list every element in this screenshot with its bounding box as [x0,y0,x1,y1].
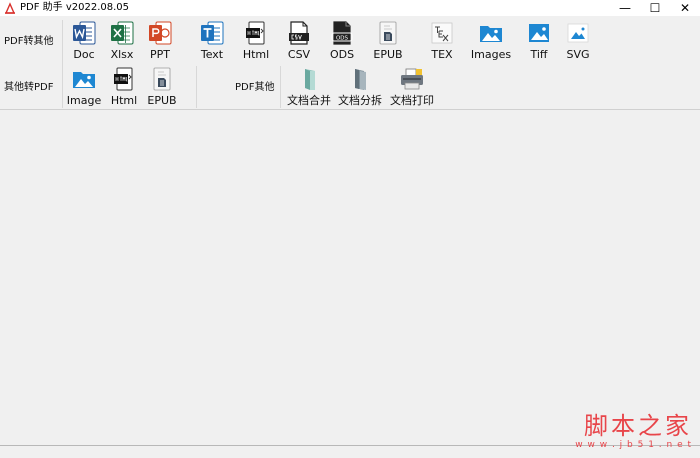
csv-icon [289,21,309,45]
tiff-icon [529,24,549,42]
convert-to-ppt-button[interactable]: PPT [138,20,182,64]
convert-to-ods-button[interactable]: ODS ODS [320,20,364,64]
tool-label: Html [110,94,138,107]
tool-label: Tiff [530,48,548,61]
pdf-to-other-label: PDF转其他 [4,36,54,47]
close-button[interactable]: ✕ [670,0,700,16]
tool-label: Text [200,48,224,61]
toolbar-divider [280,66,281,108]
svg-icon [567,23,589,43]
site-watermark: 脚本之家 w w w . j b 5 1 . n e t [575,412,692,450]
watermark-title: 脚本之家 [584,412,692,440]
epub-to-pdf-button[interactable]: EPUB [140,66,184,110]
powerpoint-icon [149,21,172,45]
word-icon [73,21,96,45]
convert-to-svg-button[interactable]: SVG [556,20,600,64]
minimize-icon: — [619,1,631,15]
title-bar[interactable]: PDF 助手 v2022.08.05 — ☐ ✕ [0,0,700,16]
image-to-pdf-button[interactable]: Image [62,66,106,110]
images-icon [480,26,502,42]
tool-label: EPUB [373,48,403,61]
toolbar-divider [196,66,197,108]
print-documents-button[interactable]: 文档打印 [390,66,434,110]
tool-label: SVG [566,48,590,61]
text-icon [201,21,224,45]
convert-to-epub-button[interactable]: EPUB [366,20,410,64]
tex-icon [431,22,453,44]
tool-label: 文档合并 [287,94,331,107]
convert-to-text-button[interactable]: Text [190,20,234,64]
pdf-other-label: PDF其他 [235,82,275,93]
ods-icon: ODS [331,21,353,45]
epub-icon [153,67,171,91]
tool-label: Html [242,48,270,61]
printer-icon [401,68,423,90]
tool-label: Xlsx [110,48,134,61]
convert-to-tex-button[interactable]: TEX [420,20,464,64]
merge-icon [305,69,315,90]
tool-label: Images [470,48,512,61]
split-documents-button[interactable]: 文档分拆 [338,66,382,110]
close-icon: ✕ [679,1,691,15]
image-icon [73,72,95,88]
convert-to-html-button[interactable]: Html [234,20,278,64]
html-icon [246,21,265,45]
tool-label: Doc [73,48,95,61]
split-icon [355,69,366,90]
tool-label: ODS [329,48,355,61]
tool-label: PPT [150,48,170,61]
svg-text:ODS: ODS [336,36,349,42]
conversion-toolbar: PDF转其他 其他转PDF PDF其他 Doc Xlsx PPT Text Ht… [0,16,700,110]
tool-label: TEX [431,48,453,61]
minimize-button[interactable]: — [610,0,640,16]
merge-documents-button[interactable]: 文档合并 [287,66,331,110]
tool-label: 文档分拆 [338,94,382,107]
tool-label: 文档打印 [390,94,434,107]
convert-to-images-button[interactable]: Images [469,20,513,64]
other-to-pdf-label: 其他转PDF [4,82,54,93]
tool-label: Image [66,94,102,107]
html-icon [114,67,133,91]
watermark-url: w w w . j b 5 1 . n e t [575,440,692,450]
app-logo-icon [4,2,16,14]
tool-label: CSV [287,48,311,61]
excel-icon [111,21,134,45]
convert-to-csv-button[interactable]: CSV [277,20,321,64]
tool-label: EPUB [147,94,177,107]
epub-icon [379,21,397,45]
document-workspace [0,111,700,445]
convert-to-tiff-button[interactable]: Tiff [517,20,561,64]
window-title: PDF 助手 v2022.08.05 [20,2,130,13]
maximize-button[interactable]: ☐ [640,0,670,16]
maximize-icon: ☐ [649,1,661,15]
